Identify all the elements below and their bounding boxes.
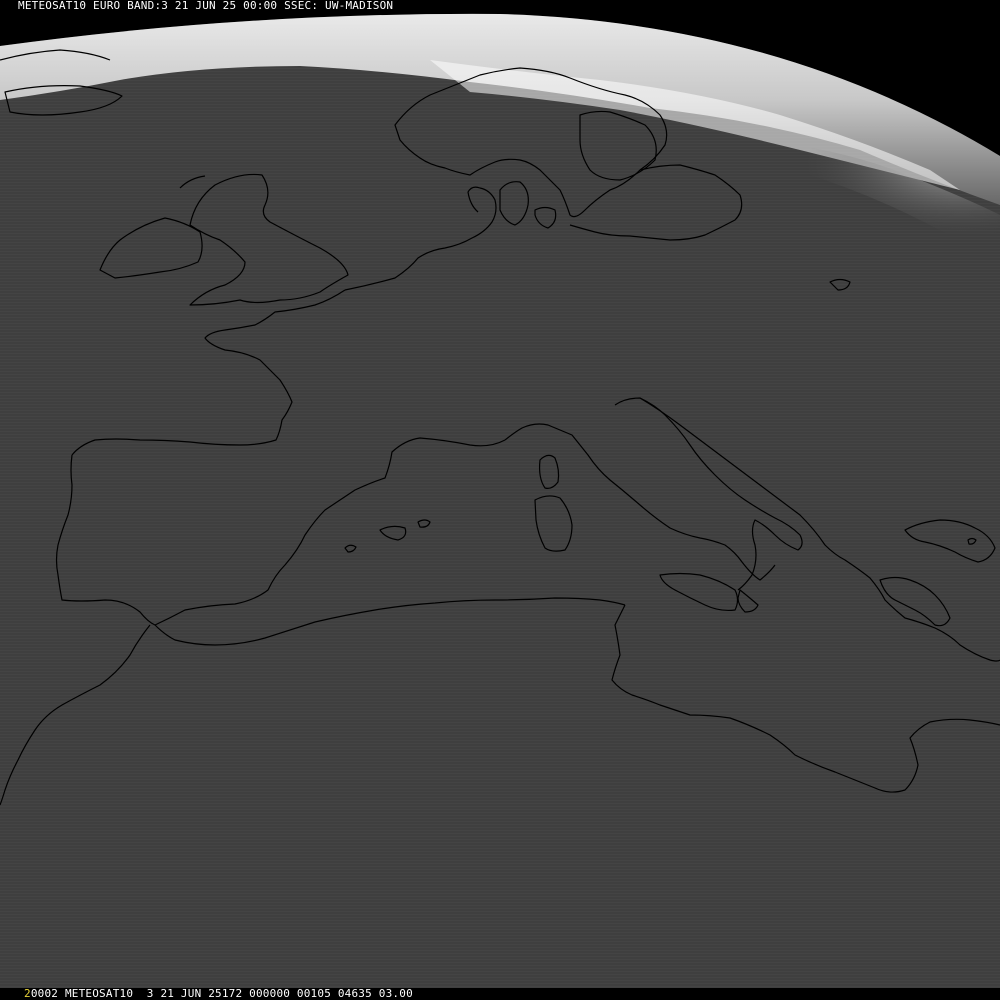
footer-bar: 20002 METEOSAT10 3 21 JUN 25172 000000 0… bbox=[0, 988, 1000, 1000]
footer-info-line: 20002 METEOSAT10 3 21 JUN 25172 000000 0… bbox=[24, 988, 413, 999]
frame-number: 2 bbox=[24, 987, 31, 1000]
satellite-viewer: METEOSAT10 EURO BAND:3 21 JUN 25 00:00 S… bbox=[0, 0, 1000, 1000]
footer-info: 0002 METEOSAT10 3 21 JUN 25172 000000 00… bbox=[30, 987, 413, 1000]
image-header: METEOSAT10 EURO BAND:3 21 JUN 25 00:00 S… bbox=[18, 0, 394, 12]
satellite-image bbox=[0, 0, 1000, 1000]
